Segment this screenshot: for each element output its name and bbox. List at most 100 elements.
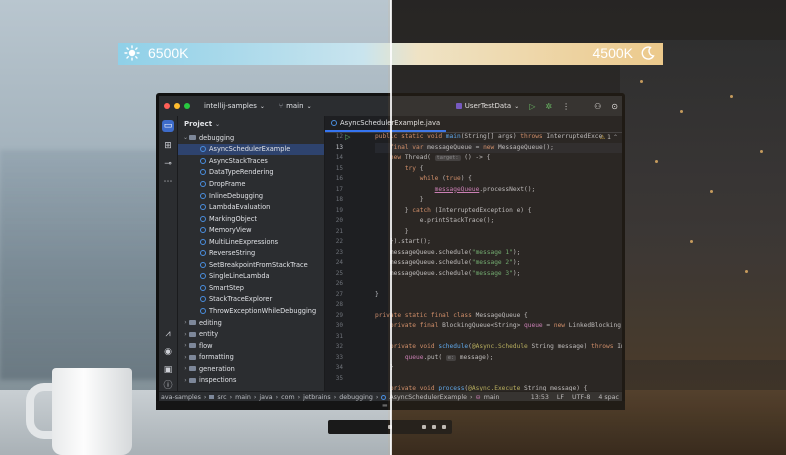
maximize-window-button[interactable] — [184, 103, 190, 109]
tree-item-multilineexpressions[interactable]: MultiLineExpressions — [178, 236, 324, 248]
code-line: private void process(@Async.Execute Stri… — [389, 385, 588, 391]
breadcrumb-item[interactable]: main — [484, 394, 500, 401]
folder-icon — [189, 331, 196, 337]
more-tools-icon[interactable]: ⋯ — [162, 176, 174, 188]
code-line: e.printStackTrace(); — [375, 217, 495, 224]
code-line: private void schedule(@Async.Schedule St… — [389, 343, 622, 350]
city-skyline-right — [620, 40, 786, 360]
branch-switcher[interactable]: ⑂ main ⌄ — [279, 102, 312, 110]
tree-item-singlelinelambda[interactable]: SingleLineLambda — [178, 271, 324, 283]
code-content[interactable]: public static void main(String[] args) t… — [375, 132, 622, 391]
tree-item-inlinedebugging[interactable]: InlineDebugging — [178, 190, 324, 202]
code-line: messageQueue.schedule("message 3"); — [375, 269, 521, 277]
folder-icon[interactable]: ▭ — [162, 120, 174, 132]
tree-item-setbreakpointfromstacktrace[interactable]: SetBreakpointFromStackTrace — [178, 259, 324, 271]
breadcrumb-item[interactable]: jetbrains — [303, 394, 331, 401]
tree-item-memoryview[interactable]: MemoryView — [178, 224, 324, 236]
tree-item-flow[interactable]: › flow — [178, 340, 324, 352]
tree-item-datatyperendering[interactable]: DataTypeRendering — [178, 167, 324, 179]
line-number: 34 — [335, 364, 343, 371]
structure-icon[interactable]: ⊞ — [162, 140, 174, 152]
chevron-right-icon: › — [184, 330, 187, 338]
services-icon[interactable]: ◉ — [162, 346, 174, 358]
profiler-icon[interactable]: ⩘ — [162, 328, 174, 340]
editor-tab[interactable]: AsyncSchedulerExample.java — [325, 116, 447, 132]
chevron-right-icon: › — [184, 319, 187, 327]
code-line: while (true) { — [419, 175, 472, 182]
code-line: } — [375, 196, 424, 203]
tree-item-smartstep[interactable]: SmartStep — [178, 282, 324, 294]
search-icon[interactable]: ⊙ — [611, 102, 618, 111]
tree-item-lambdaevaluation[interactable]: LambdaEvaluation — [178, 201, 324, 213]
class-icon — [200, 192, 206, 199]
project-panel-header[interactable]: Project ⌄ — [178, 116, 324, 132]
cursor-position[interactable]: 13:53 — [531, 394, 549, 401]
breadcrumb-item[interactable]: com — [281, 394, 294, 401]
project-switcher[interactable]: intellij-samples ⌄ — [204, 102, 265, 110]
breadcrumb-item[interactable]: java — [259, 394, 272, 401]
close-window-button[interactable] — [164, 103, 170, 109]
tree-item-formatting[interactable]: › formatting — [178, 351, 324, 363]
tree-item-label: LambdaEvaluation — [209, 203, 271, 212]
terminal-icon[interactable]: ▣ — [162, 364, 174, 376]
stand-button[interactable] — [442, 425, 446, 429]
class-icon — [331, 120, 337, 126]
chevron-right-icon: › — [184, 353, 187, 361]
run-config-selector[interactable]: UserTestData ⌄ — [455, 102, 519, 110]
tree-item-asyncschedulerexample[interactable]: AsyncSchedulerExample — [178, 143, 324, 156]
commit-icon[interactable]: ⊸ — [162, 158, 174, 170]
line-number: 35 — [335, 374, 343, 382]
code-line: } — [375, 290, 379, 298]
tree-item-debugging[interactable]: ⌄ debugging — [178, 132, 324, 144]
tree-item-label: StackTraceExplorer — [209, 295, 273, 304]
run-icon[interactable]: ▷ — [529, 102, 535, 111]
line-separator[interactable]: LF — [557, 394, 564, 401]
class-icon — [200, 261, 206, 268]
class-icon — [200, 204, 206, 211]
tree-item-label: MemoryView — [209, 226, 252, 235]
debug-icon[interactable]: ✲ — [545, 102, 552, 111]
tree-item-label: SingleLineLambda — [209, 272, 270, 281]
tree-item-stacktraceexplorer[interactable]: StackTraceExplorer — [178, 294, 324, 306]
tree-item-throwexceptionwhiledebugging[interactable]: ThrowExceptionWhileDebugging — [178, 305, 324, 317]
chevron-right-icon: › — [469, 393, 473, 401]
code-editor[interactable]: AsyncSchedulerExample.java 12 13 14 15 1… — [325, 116, 622, 391]
tree-item-reversestring[interactable]: ReverseString — [178, 247, 324, 259]
breadcrumb-item[interactable]: debugging — [339, 394, 373, 401]
minimize-window-button[interactable] — [174, 103, 180, 109]
breadcrumb-item[interactable]: ava-samples — [161, 394, 201, 401]
indent-setting[interactable]: 4 spac — [598, 394, 619, 401]
line-number: 31 — [335, 332, 343, 340]
tree-item-editing[interactable]: › editing — [178, 317, 324, 329]
temperature-right-label: 4500K — [592, 45, 633, 61]
tree-item-inspections[interactable]: › inspections — [178, 374, 324, 386]
tree-item-generation[interactable]: › generation — [178, 363, 324, 375]
run-gutter-icon[interactable]: ▷ — [345, 133, 350, 141]
tree-item-asyncstacktraces[interactable]: AsyncStackTraces — [178, 155, 324, 167]
code-line: queue.put( e: message); — [404, 353, 494, 361]
tree-item-label: flow — [199, 341, 213, 350]
chevron-right-icon: › — [203, 393, 207, 401]
more-actions-icon[interactable]: ⋮ — [562, 102, 570, 111]
add-user-icon[interactable]: ⚇ — [594, 102, 601, 111]
tree-item-label: editing — [199, 318, 222, 327]
chevron-right-icon: › — [184, 365, 187, 373]
breadcrumb-item[interactable]: src — [217, 394, 226, 401]
breadcrumb-item[interactable]: AsyncSchedulerExample — [389, 394, 467, 401]
tree-item-dropframe[interactable]: DropFrame — [178, 178, 324, 190]
folder-icon — [189, 377, 196, 383]
stand-button[interactable] — [422, 425, 426, 429]
line-number: 24 — [335, 259, 343, 266]
stand-button[interactable] — [432, 425, 436, 429]
code-line: try { — [404, 164, 424, 172]
editor-tab-bar: AsyncSchedulerExample.java — [325, 116, 622, 133]
tree-item-markingobject[interactable]: MarkingObject — [178, 213, 324, 225]
class-icon — [200, 273, 206, 280]
line-number: 25 — [335, 269, 343, 277]
tree-item-entity[interactable]: › entity — [178, 328, 324, 340]
file-encoding[interactable]: UTF-8 — [572, 394, 590, 401]
chevron-down-icon: ⌄ — [182, 134, 189, 142]
code-line: private static final class MessageQueue … — [375, 311, 528, 319]
breadcrumb-item[interactable]: main — [235, 394, 251, 401]
